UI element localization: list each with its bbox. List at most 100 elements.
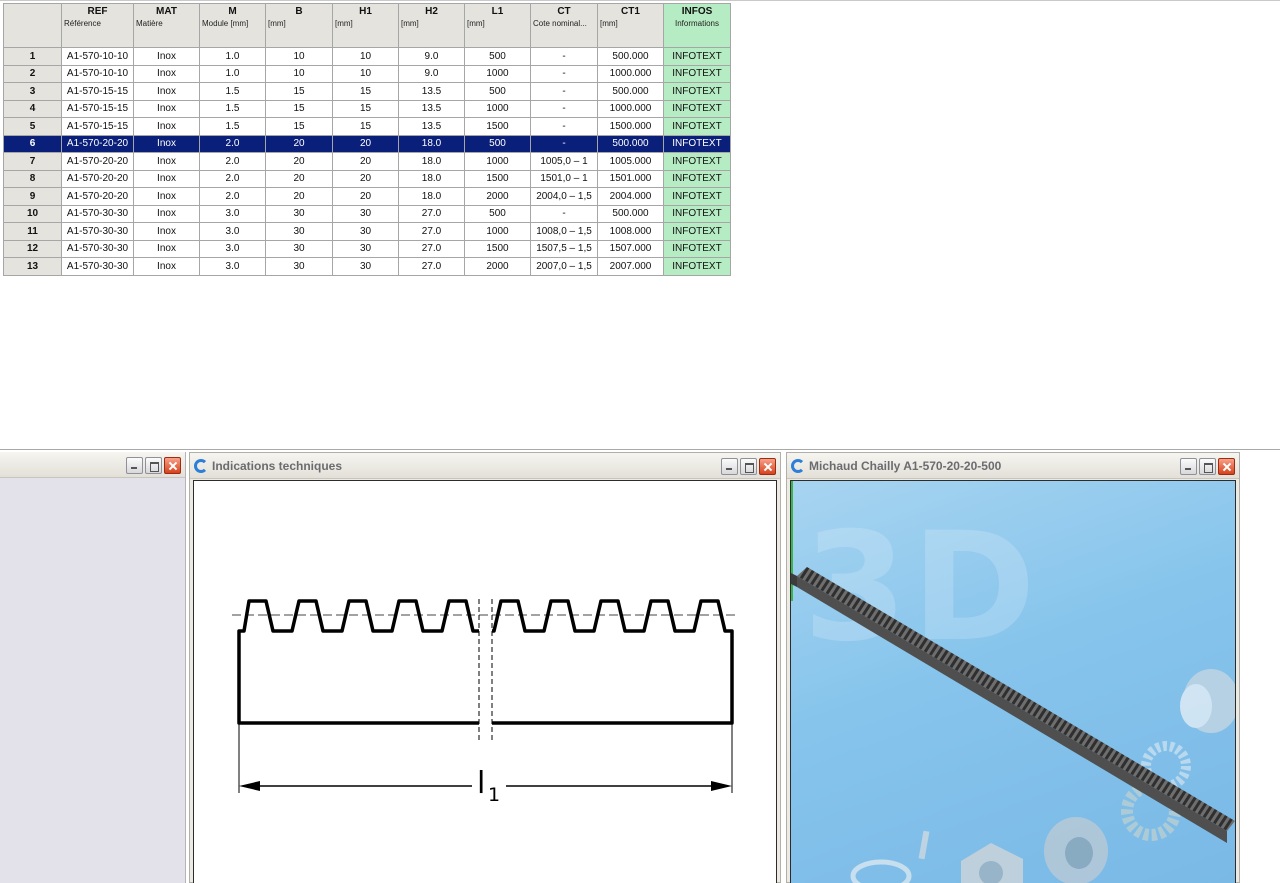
cell-l1[interactable]: 500	[464, 82, 531, 101]
cell-l1[interactable]: 1500	[464, 169, 531, 188]
cell-infos[interactable]: INFOTEXT	[663, 64, 731, 83]
table-row[interactable]: 4 A1-570-15-15 Inox 1.5 15 15 13.5 1000-1000.00…	[3, 99, 731, 118]
cell-h1[interactable]: 10	[332, 64, 399, 83]
column-header-m[interactable]: M Module [mm]	[199, 3, 266, 48]
cell-module[interactable]: 2.0	[199, 187, 266, 206]
cell-h2[interactable]: 18.0	[398, 134, 465, 153]
table-row[interactable]: 2 A1-570-10-10 Inox 1.0 10 10 9.0 1000-1000.000…	[3, 64, 731, 83]
cell-h1[interactable]: 10	[332, 47, 399, 66]
cell-material[interactable]: Inox	[133, 187, 200, 206]
cell-ref[interactable]: A1-570-15-15	[61, 82, 134, 101]
column-header-h2[interactable]: H2 [mm]	[398, 3, 465, 48]
cell-b[interactable]: 10	[265, 64, 333, 83]
cell-h2[interactable]: 27.0	[398, 239, 465, 258]
cell-b[interactable]: 15	[265, 99, 333, 118]
cell-ct1[interactable]: 1000.000	[597, 99, 664, 118]
cell-l1[interactable]: 1500	[464, 117, 531, 136]
cell-ct[interactable]: 1008,0 – 1,5	[530, 222, 598, 241]
cell-ct[interactable]: -	[530, 204, 598, 223]
table-row[interactable]: 13 A1-570-30-30 Inox 3.0 30 30 27.0 2000 2007,0 …	[3, 257, 731, 276]
cell-module[interactable]: 3.0	[199, 239, 266, 258]
table-row[interactable]: 8 A1-570-20-20 Inox 2.0 20 20 18.0 1500 1501,0 –…	[3, 169, 731, 188]
cell-material[interactable]: Inox	[133, 239, 200, 258]
close-button[interactable]	[1218, 458, 1235, 475]
cell-material[interactable]: Inox	[133, 222, 200, 241]
table-row[interactable]: 5 A1-570-15-15 Inox 1.5 15 15 13.5 1500-1500.00…	[3, 117, 731, 136]
cell-h2[interactable]: 18.0	[398, 152, 465, 171]
cell-ref[interactable]: A1-570-20-20	[61, 187, 134, 206]
row-number[interactable]: 4	[3, 99, 62, 118]
cell-b[interactable]: 30	[265, 257, 333, 276]
cell-module[interactable]: 3.0	[199, 204, 266, 223]
cell-ref[interactable]: A1-570-30-30	[61, 257, 134, 276]
cell-b[interactable]: 15	[265, 117, 333, 136]
cell-ct[interactable]: -	[530, 82, 598, 101]
cell-ref[interactable]: A1-570-10-10	[61, 64, 134, 83]
cell-b[interactable]: 20	[265, 169, 333, 188]
row-number[interactable]: 8	[3, 169, 62, 188]
cell-module[interactable]: 3.0	[199, 222, 266, 241]
cell-ct1[interactable]: 1507.000	[597, 239, 664, 258]
cell-material[interactable]: Inox	[133, 257, 200, 276]
cell-b[interactable]: 15	[265, 82, 333, 101]
row-number[interactable]: 5	[3, 117, 62, 136]
cell-l1[interactable]: 500	[464, 134, 531, 153]
cell-ct1[interactable]: 1008.000	[597, 222, 664, 241]
cell-ct[interactable]: -	[530, 99, 598, 118]
3d-preview-titlebar[interactable]: Michaud Chailly A1-570-20-20-500	[787, 453, 1239, 479]
cell-l1[interactable]: 1000	[464, 152, 531, 171]
cell-ct1[interactable]: 1500.000	[597, 117, 664, 136]
cell-ct[interactable]: 2004,0 – 1,5	[530, 187, 598, 206]
table-row[interactable]: 3 A1-570-15-15 Inox 1.5 15 15 13.5 500-500.000 I…	[3, 82, 731, 101]
table-row[interactable]: 10 A1-570-30-30 Inox 3.0 30 30 27.0 500-500.000…	[3, 204, 731, 223]
maximize-button[interactable]	[145, 457, 162, 474]
cell-h1[interactable]: 30	[332, 222, 399, 241]
cell-l1[interactable]: 2000	[464, 187, 531, 206]
cell-infos[interactable]: INFOTEXT	[663, 134, 731, 153]
cell-b[interactable]: 30	[265, 222, 333, 241]
column-header-ref[interactable]: REF Référence	[61, 3, 134, 48]
cell-h1[interactable]: 20	[332, 152, 399, 171]
cell-b[interactable]: 20	[265, 152, 333, 171]
cell-module[interactable]: 1.5	[199, 117, 266, 136]
cell-h2[interactable]: 9.0	[398, 47, 465, 66]
cell-material[interactable]: Inox	[133, 64, 200, 83]
column-header-ct1[interactable]: CT1 [mm]	[597, 3, 664, 48]
cell-module[interactable]: 1.0	[199, 47, 266, 66]
cell-ct1[interactable]: 500.000	[597, 134, 664, 153]
cell-h1[interactable]: 30	[332, 204, 399, 223]
cell-h2[interactable]: 9.0	[398, 64, 465, 83]
cell-h1[interactable]: 30	[332, 239, 399, 258]
cell-infos[interactable]: INFOTEXT	[663, 222, 731, 241]
cell-l1[interactable]: 500	[464, 47, 531, 66]
cell-infos[interactable]: INFOTEXT	[663, 47, 731, 66]
cell-h1[interactable]: 20	[332, 169, 399, 188]
cell-material[interactable]: Inox	[133, 169, 200, 188]
row-number[interactable]: 6	[3, 134, 62, 153]
close-button[interactable]	[759, 458, 776, 475]
cell-l1[interactable]: 2000	[464, 257, 531, 276]
row-number[interactable]: 11	[3, 222, 62, 241]
table-row[interactable]: 1 A1-570-10-10 Inox 1.0 10 10 9.0 500-500.000 IN…	[3, 47, 731, 66]
cell-h2[interactable]: 13.5	[398, 117, 465, 136]
cell-ct[interactable]: -	[530, 117, 598, 136]
table-row[interactable]: 12 A1-570-30-30 Inox 3.0 30 30 27.0 1500 1507,5 …	[3, 239, 731, 258]
column-header-mat[interactable]: MAT Matière	[133, 3, 200, 48]
column-header-h1[interactable]: H1 [mm]	[332, 3, 399, 48]
technical-drawing-canvas[interactable]: l 1	[193, 480, 777, 883]
cell-ct1[interactable]: 2004.000	[597, 187, 664, 206]
cell-h2[interactable]: 27.0	[398, 222, 465, 241]
cell-infos[interactable]: INFOTEXT	[663, 152, 731, 171]
cell-infos[interactable]: INFOTEXT	[663, 82, 731, 101]
cell-ct1[interactable]: 500.000	[597, 82, 664, 101]
row-number[interactable]: 9	[3, 187, 62, 206]
cell-l1[interactable]: 1000	[464, 99, 531, 118]
cell-h2[interactable]: 18.0	[398, 187, 465, 206]
cell-b[interactable]: 20	[265, 187, 333, 206]
row-number[interactable]: 13	[3, 257, 62, 276]
close-button[interactable]	[164, 457, 181, 474]
cell-infos[interactable]: INFOTEXT	[663, 99, 731, 118]
cell-ct[interactable]: 2007,0 – 1,5	[530, 257, 598, 276]
cell-h1[interactable]: 15	[332, 117, 399, 136]
cell-l1[interactable]: 500	[464, 204, 531, 223]
